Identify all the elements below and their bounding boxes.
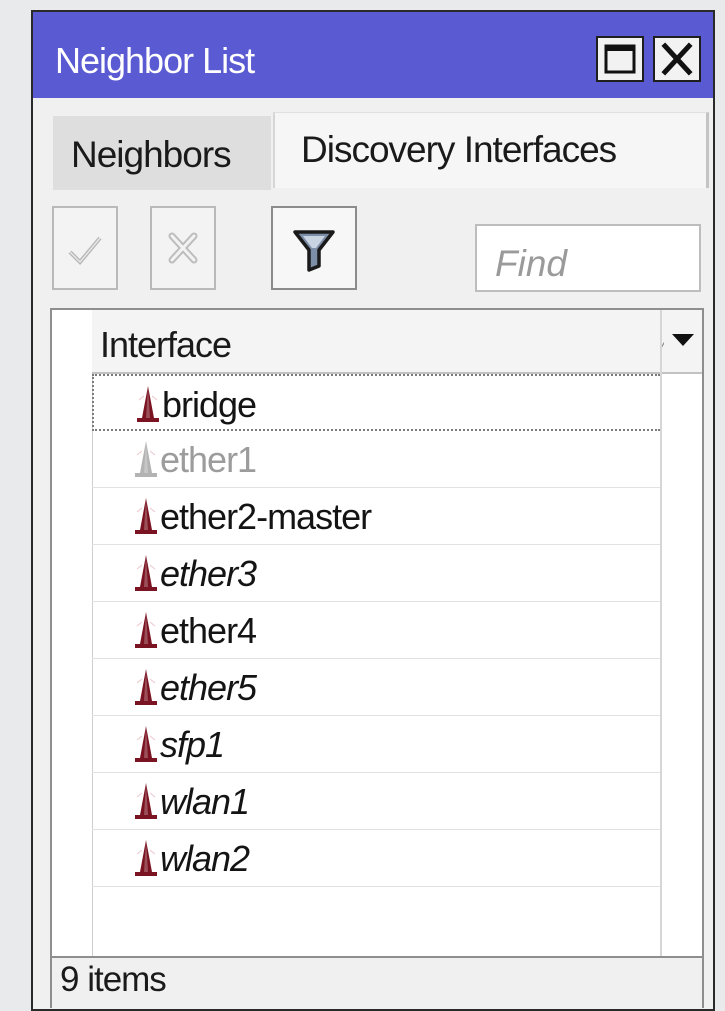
close-icon: [661, 42, 693, 76]
interface-name: sfp1: [160, 724, 225, 765]
interface-icon: [135, 612, 157, 648]
title-bar[interactable]: Neighbor List: [33, 12, 713, 98]
column-separator: [660, 310, 662, 956]
filter-button[interactable]: [271, 206, 357, 290]
interface-name: ether4: [160, 610, 257, 651]
enable-button[interactable]: [52, 206, 118, 290]
cross-icon: [168, 232, 198, 264]
find-input[interactable]: [475, 224, 701, 292]
interface-name: bridge: [162, 384, 257, 425]
table-row[interactable]: ether2-master: [92, 488, 660, 545]
table-row[interactable]: ether5: [92, 659, 660, 716]
table-row[interactable]: ether4: [92, 602, 660, 659]
maximize-button[interactable]: [596, 36, 644, 82]
check-icon: [68, 236, 102, 265]
interface-icon: [135, 840, 157, 876]
tab-neighbors[interactable]: Neighbors: [53, 116, 271, 190]
row-gutter: [52, 310, 93, 956]
disable-button[interactable]: [150, 206, 216, 290]
interface-name: wlan1: [160, 781, 250, 822]
interface-icon: [135, 498, 157, 534]
interface-icon: [135, 555, 157, 591]
chevron-down-icon: [672, 334, 694, 346]
interface-icon: [135, 783, 157, 819]
close-button[interactable]: [653, 36, 701, 82]
neighbor-list-window: Neighbor List Neighbors Discovery Interf…: [31, 10, 715, 1011]
table-row[interactable]: sfp1: [92, 716, 660, 773]
status-bar: 9 items: [50, 958, 704, 1008]
funnel-filter-icon: [293, 230, 335, 272]
tab-discovery-interfaces-label: Discovery Interfaces: [301, 129, 617, 170]
interface-name: wlan2: [160, 838, 250, 879]
tab-discovery-interfaces[interactable]: Discovery Interfaces: [273, 112, 709, 188]
window-title: Neighbor List: [55, 40, 255, 81]
interface-name: ether1: [160, 439, 257, 480]
table-row[interactable]: ether3: [92, 545, 660, 602]
interface-icon: [137, 386, 159, 422]
interfaces-table: Interface ⁄ bridge ether1 ether2-master eth…: [50, 308, 704, 958]
table-row[interactable]: wlan1: [92, 773, 660, 830]
maximize-icon: [604, 44, 636, 74]
interface-name: ether2-master: [160, 496, 372, 537]
interface-icon: [135, 726, 157, 762]
table-body: bridge ether1 ether2-master ether3 ether4 eth…: [92, 374, 660, 887]
item-count: 9 items: [60, 960, 167, 999]
interface-name: ether3: [160, 553, 257, 594]
column-header-interface[interactable]: Interface ⁄: [92, 310, 702, 374]
interface-icon: [135, 441, 157, 477]
table-row[interactable]: ether1: [92, 431, 660, 488]
table-row[interactable]: wlan2: [92, 830, 660, 887]
column-menu-button[interactable]: [664, 310, 702, 374]
interface-icon: [135, 669, 157, 705]
table-row[interactable]: bridge: [92, 374, 660, 431]
tab-neighbors-label: Neighbors: [71, 134, 232, 175]
column-header-interface-label: Interface: [100, 324, 232, 365]
interface-name: ether5: [160, 667, 257, 708]
